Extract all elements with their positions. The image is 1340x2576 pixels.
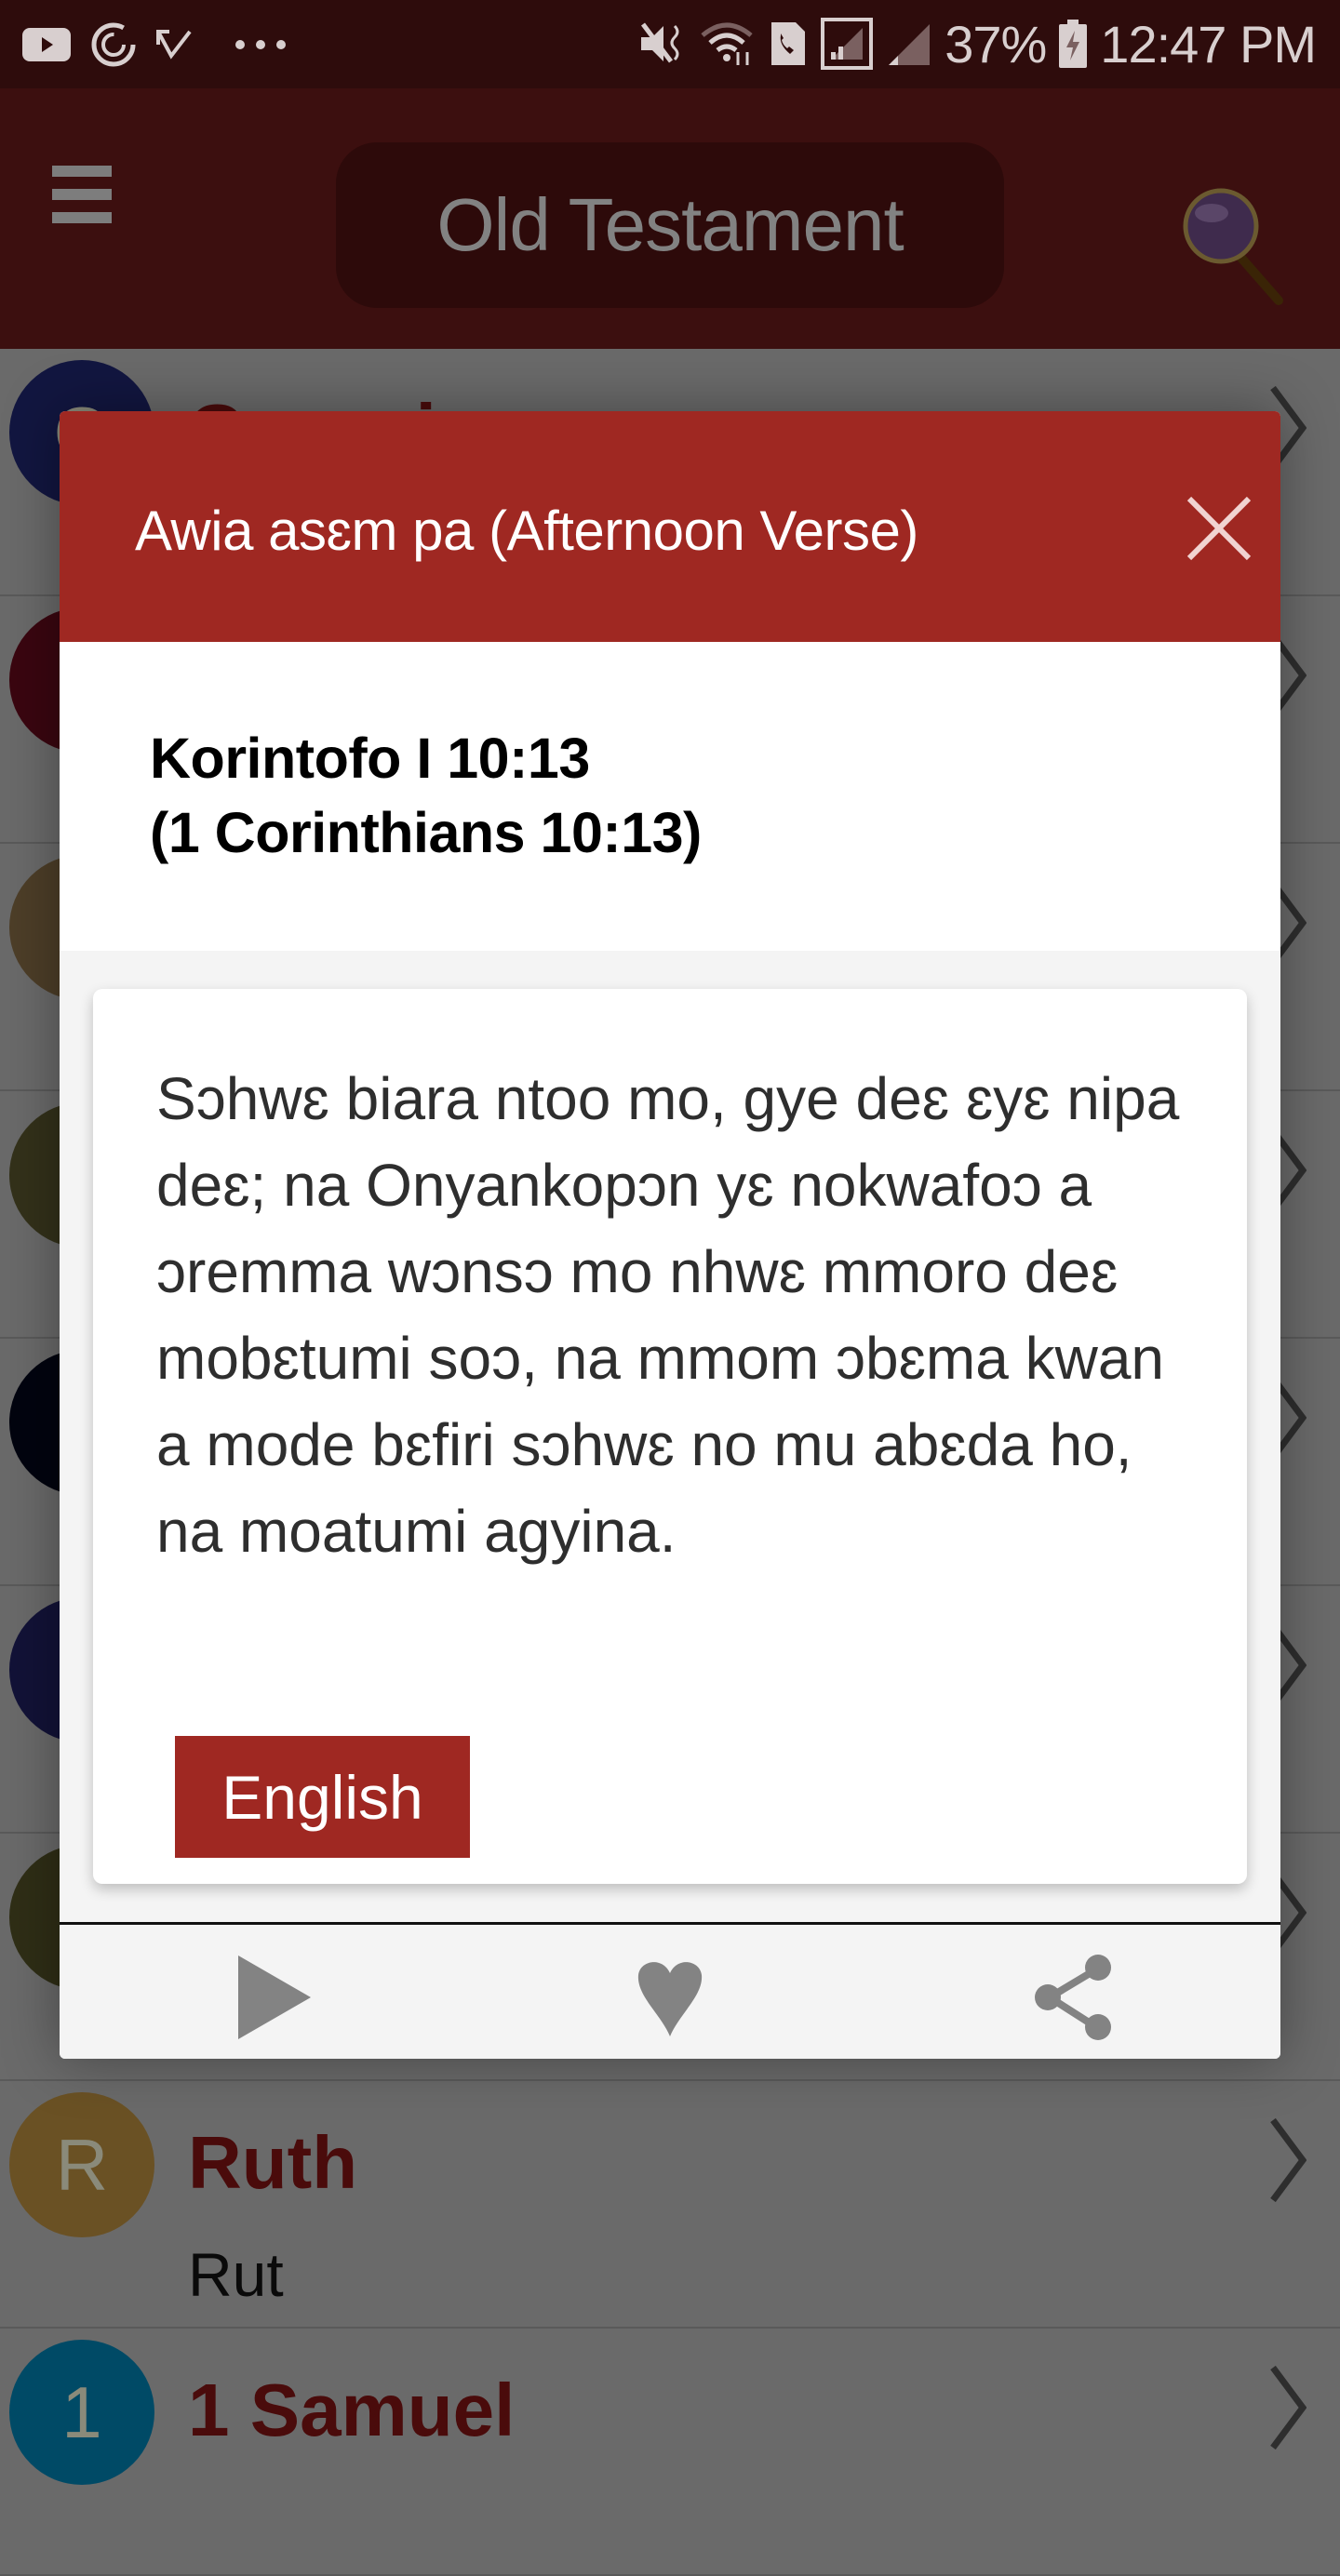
notification-icons <box>22 20 288 69</box>
signal-icon <box>821 18 874 70</box>
verse-card: Sɔhwɛ biara ntoo mo, gye deɛ ɛyɛ nipa de… <box>93 989 1247 1884</box>
verse-dialog: Awia asɛm pa (Afternoon Verse) Korintofo… <box>60 411 1280 2059</box>
book-list-item[interactable]: R Ruth Rut <box>0 2081 1340 2329</box>
english-translation-button[interactable]: English <box>175 1736 470 1858</box>
battery-percent: 37% <box>945 14 1047 73</box>
hamburger-menu-icon[interactable] <box>52 166 112 225</box>
verse-actions <box>60 1925 1280 2059</box>
magnifier-search-icon[interactable] <box>1174 181 1295 312</box>
book-title: Ruth <box>188 2121 358 2204</box>
book-subtitle: Rut <box>188 2240 284 2309</box>
share-button[interactable] <box>1027 1951 1120 2044</box>
battery-charging-icon <box>1059 20 1088 68</box>
more-dots-icon <box>235 40 286 49</box>
clock: 12:47 PM <box>1100 14 1317 73</box>
heart-icon <box>637 1962 703 2036</box>
status-bar: 37% 12:47 PM <box>0 0 1340 88</box>
close-icon[interactable] <box>1184 493 1254 564</box>
dialog-title: Awia asɛm pa (Afternoon Verse) <box>135 500 918 562</box>
wifi-icon <box>701 22 753 65</box>
verse-reference: Korintofo I 10:13 (1 Corinthians 10:13) <box>60 642 1280 951</box>
favorite-button[interactable] <box>623 1951 717 2044</box>
vibrate-mute-icon <box>641 22 679 63</box>
page-title: Old Testament <box>436 183 904 266</box>
share-icon <box>1035 1955 1111 2040</box>
app-bar: Old Testament <box>0 88 1340 349</box>
reference-english: (1 Corinthians 10:13) <box>150 801 702 864</box>
testament-selector[interactable]: Old Testament <box>336 142 1004 308</box>
youtube-icon <box>22 28 71 61</box>
play-icon <box>238 1955 311 2039</box>
reference-twi: Korintofo I 10:13 <box>150 727 590 790</box>
book-list-item[interactable]: 1 1 Samuel <box>0 2329 1340 2576</box>
dialog-header: Awia asɛm pa (Afternoon Verse) <box>60 411 1280 642</box>
missed-call-icon <box>156 30 192 60</box>
system-indicators: 37% 12:47 PM <box>639 13 1317 74</box>
book-avatar: 1 <box>9 2340 154 2485</box>
play-button[interactable] <box>227 1951 320 2044</box>
verse-text: Sɔhwɛ biara ntoo mo, gye deɛ ɛyɛ nipa de… <box>156 1065 1180 1565</box>
book-avatar: R <box>9 2092 154 2237</box>
sync-icon <box>91 22 136 67</box>
book-title: 1 Samuel <box>188 2369 516 2451</box>
chevron-right-icon <box>1270 2118 1306 2202</box>
chevron-right-icon <box>1270 2366 1306 2449</box>
english-button-label: English <box>221 1762 423 1832</box>
sim-call-icon <box>771 22 806 65</box>
signal-icon-2 <box>889 24 931 65</box>
